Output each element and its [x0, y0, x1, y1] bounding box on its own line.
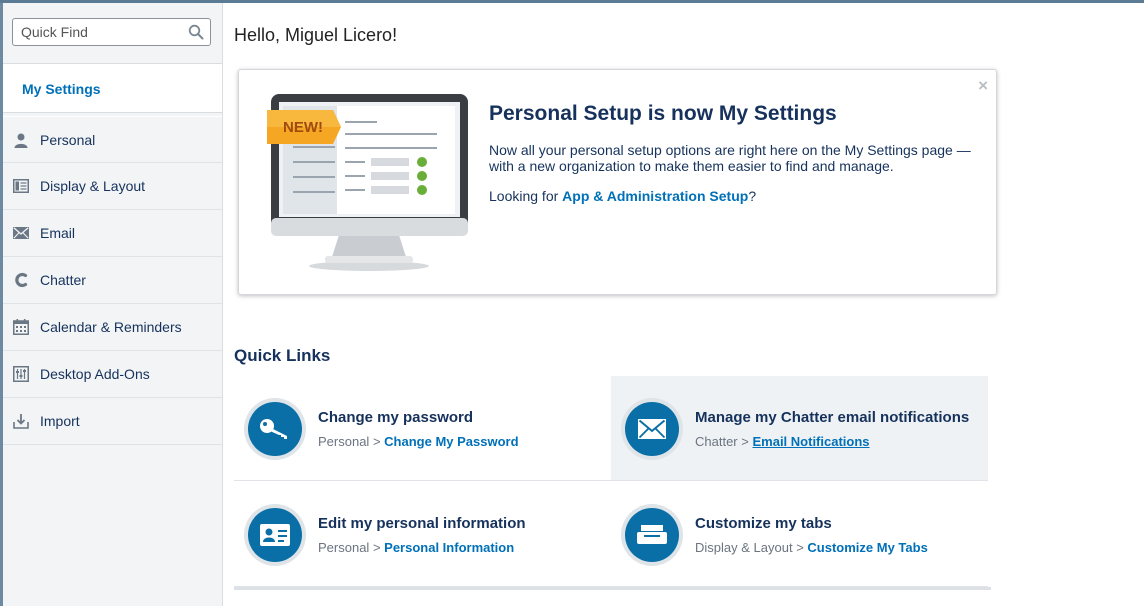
quick-link-title[interactable]: Change my password — [318, 409, 473, 426]
link-prefix: Looking for — [489, 188, 563, 204]
announcement-link-row: Looking for App & Administration Setup? — [489, 188, 756, 204]
quick-link-change-password[interactable]: Change my password Personal > Change My … — [234, 376, 611, 481]
sidebar-item-label: Email — [40, 225, 76, 241]
quick-links-grid: Change my password Personal > Change My … — [234, 376, 988, 587]
quick-link-crumb: Display & Layout > Customize My Tabs — [695, 540, 928, 555]
crumb-separator: > — [741, 434, 749, 449]
sidebar-item-label: Desktop Add-Ons — [40, 366, 150, 382]
quick-find-input[interactable] — [13, 19, 183, 45]
crumb-parent: Personal — [318, 540, 370, 555]
monitor-illustration: NEW! — [267, 94, 468, 271]
sidebar-header-my-settings[interactable]: My Settings — [3, 63, 222, 113]
import-icon — [12, 412, 30, 430]
customize-my-tabs-link[interactable]: Customize My Tabs — [807, 540, 927, 555]
personal-information-link[interactable]: Personal Information — [384, 540, 514, 555]
search-icon[interactable] — [188, 24, 204, 40]
quick-links-bottom-divider — [234, 587, 991, 590]
layout-icon — [12, 177, 30, 195]
new-badge: NEW! — [283, 119, 323, 136]
sidebar-item-chatter[interactable]: Chatter — [3, 257, 222, 304]
quick-links-title: Quick Links — [234, 346, 331, 365]
tabs-icon — [637, 525, 667, 544]
nav-list: Personal Display & Layout Email Chatter … — [3, 116, 222, 445]
quick-link-crumb: Chatter > Email Notifications — [695, 434, 870, 449]
crumb-separator: > — [796, 540, 804, 555]
sidebar-item-desktop-add-ons[interactable]: Desktop Add-Ons — [3, 351, 222, 398]
sidebar-item-personal[interactable]: Personal — [3, 116, 222, 163]
quick-link-personal-information[interactable]: Edit my personal information Personal > … — [234, 482, 611, 587]
person-icon — [12, 131, 30, 149]
sidebar: My Settings Personal Display & Layout Em… — [0, 3, 223, 606]
sidebar-item-label: Import — [40, 413, 80, 429]
sidebar-item-label: Personal — [40, 131, 96, 148]
sidebar-item-calendar-reminders[interactable]: Calendar & Reminders — [3, 304, 222, 351]
quick-find-box — [12, 18, 211, 46]
sidebar-item-label: Calendar & Reminders — [40, 319, 182, 335]
quick-link-title[interactable]: Customize my tabs — [695, 515, 832, 532]
link-suffix: ? — [748, 188, 757, 204]
announcement-title: Personal Setup is now My Settings — [489, 102, 837, 125]
quick-link-chatter-notifications[interactable]: Manage my Chatter email notifications Ch… — [611, 376, 988, 481]
search-area — [3, 3, 222, 63]
sidebar-item-import[interactable]: Import — [3, 398, 222, 445]
quick-link-title[interactable]: Manage my Chatter email notifications — [695, 409, 969, 426]
id-card-icon — [260, 524, 290, 546]
calendar-icon — [12, 318, 30, 336]
crumb-separator: > — [372, 540, 381, 555]
close-icon[interactable]: × — [978, 76, 988, 96]
crumb-separator: > — [372, 434, 381, 449]
change-my-password-link[interactable]: Change My Password — [384, 434, 518, 449]
icon-circle — [621, 398, 683, 460]
key-icon — [260, 419, 287, 439]
icon-circle — [244, 504, 306, 566]
app-admin-setup-link[interactable]: App & Administration Setup — [562, 188, 748, 204]
crumb-parent: Chatter — [695, 434, 738, 449]
crumb-parent: Display & Layout — [695, 540, 793, 555]
chatter-icon — [12, 271, 30, 289]
quick-link-title[interactable]: Edit my personal information — [318, 515, 526, 532]
email-notifications-link[interactable]: Email Notifications — [752, 434, 869, 449]
sidebar-item-email[interactable]: Email — [3, 210, 222, 257]
icon-circle — [621, 504, 683, 566]
greeting: Hello, Miguel Licero! — [234, 25, 398, 45]
icon-circle — [244, 398, 306, 460]
quick-link-customize-tabs[interactable]: Customize my tabs Display & Layout > Cus… — [611, 482, 988, 587]
sidebar-item-label: Display & Layout — [40, 178, 146, 194]
crumb-parent: Personal — [318, 434, 370, 449]
envelope-icon — [638, 419, 666, 439]
quick-link-crumb: Personal > Change My Password — [318, 434, 519, 449]
envelope-icon — [12, 224, 30, 242]
sliders-icon — [12, 365, 30, 383]
sidebar-item-display-layout[interactable]: Display & Layout — [3, 163, 222, 210]
sidebar-item-label: Chatter — [40, 272, 86, 288]
announcement-body: Now all your personal setup options are … — [489, 142, 971, 174]
quick-link-crumb: Personal > Personal Information — [318, 540, 514, 555]
announcement-card: × NEW! Personal Setup is now My Settings… — [238, 69, 997, 295]
main-content: Hello, Miguel Licero! × NEW! Personal Se… — [224, 3, 1144, 606]
